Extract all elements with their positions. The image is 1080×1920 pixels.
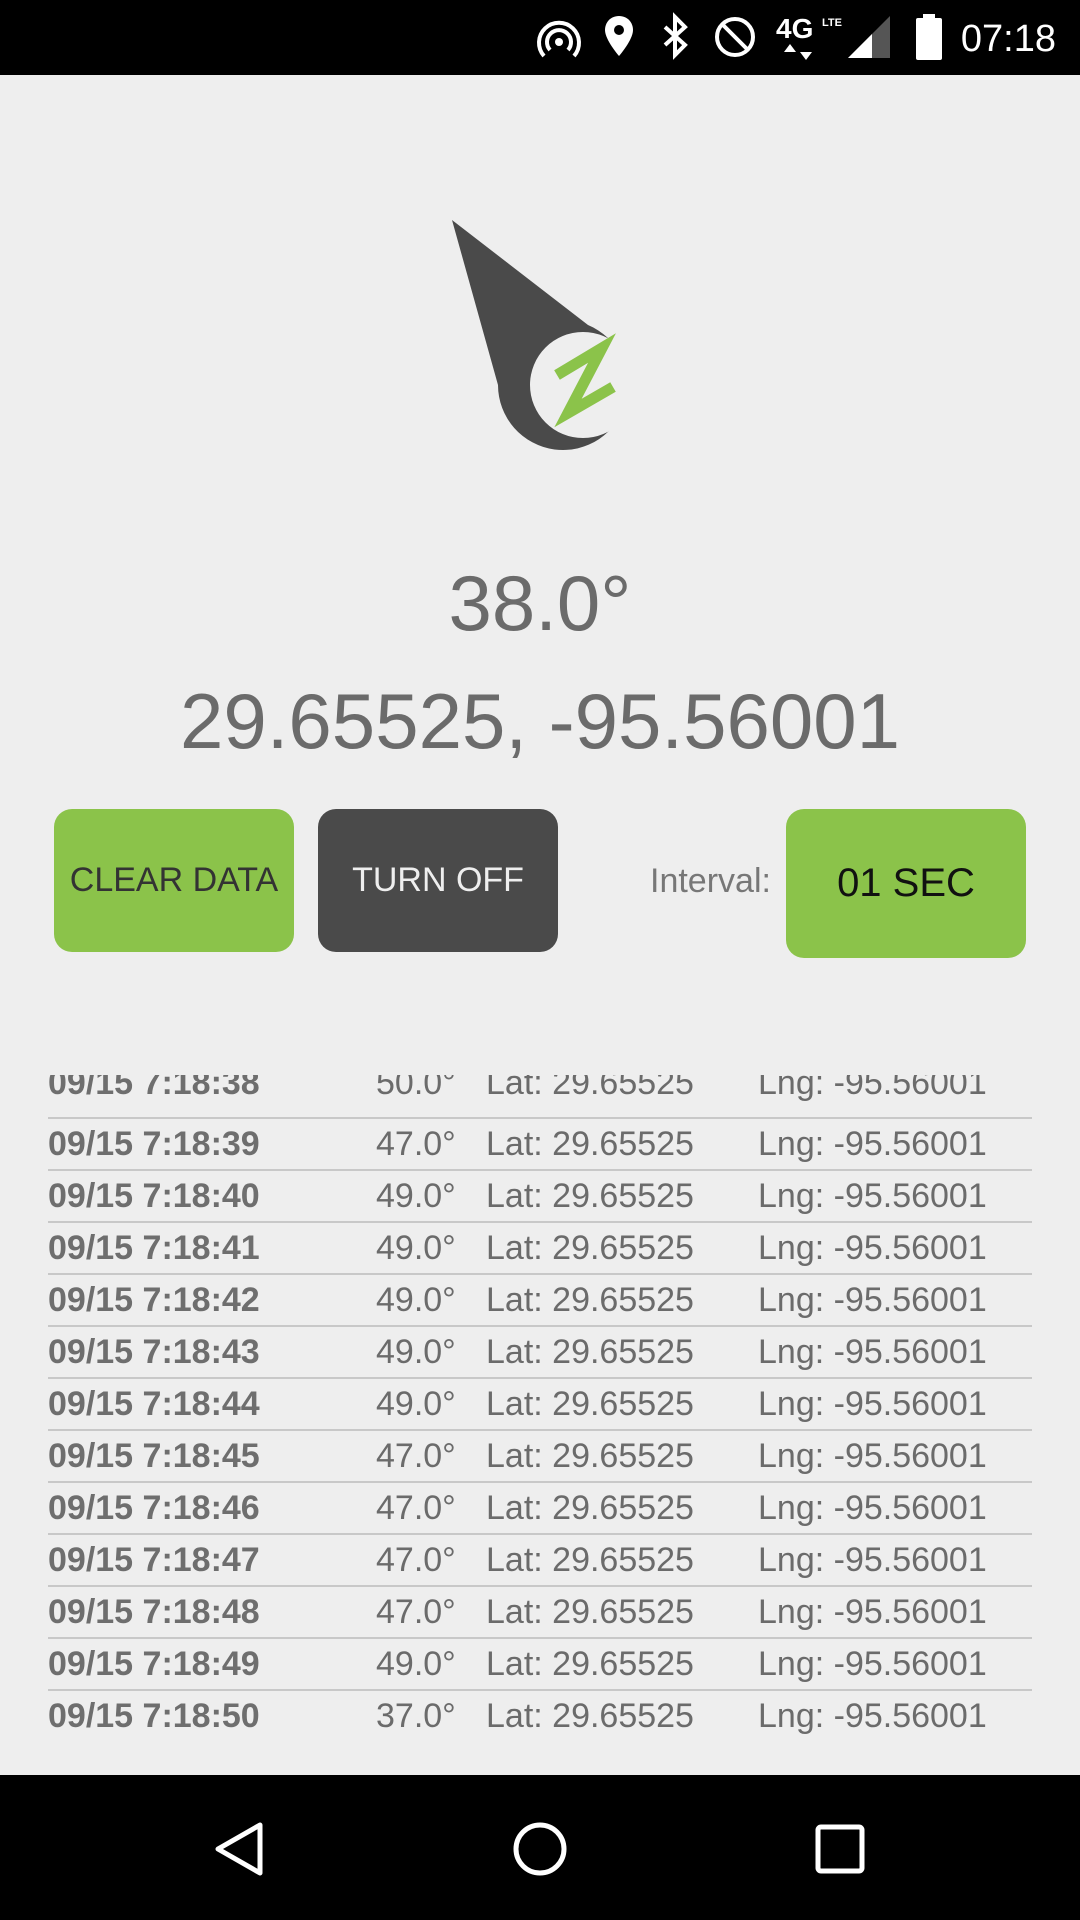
table-row: 09/15 7:18:47 47.0° Lat: 29.65525 Lng: -…: [48, 1535, 1032, 1587]
row-longitude: Lng: -95.56001: [758, 1177, 987, 1215]
row-latitude: Lat: 29.65525: [486, 1437, 694, 1475]
battery-icon: [916, 14, 942, 60]
row-timestamp: 09/15 7:18:40: [48, 1177, 260, 1215]
row-latitude: Lat: 29.65525: [486, 1385, 694, 1423]
interval-button[interactable]: 01 SEC: [786, 809, 1026, 958]
recents-icon[interactable]: [808, 1817, 872, 1881]
row-longitude: Lng: -95.56001: [758, 1385, 987, 1423]
interval-label: Interval:: [650, 862, 771, 900]
row-timestamp: 09/15 7:18:46: [48, 1489, 260, 1527]
row-heading: 49.0°: [376, 1229, 456, 1267]
location-icon: [605, 16, 633, 56]
table-row: 09/15 7:18:42 49.0° Lat: 29.65525 Lng: -…: [48, 1275, 1032, 1327]
row-timestamp: 09/15 7:18:44: [48, 1385, 260, 1423]
row-longitude: Lng: -95.56001: [758, 1541, 987, 1579]
svg-text:4G: 4G: [776, 13, 813, 44]
table-row: 09/15 7:18:45 47.0° Lat: 29.65525 Lng: -…: [48, 1431, 1032, 1483]
row-heading: 49.0°: [376, 1333, 456, 1371]
row-latitude: Lat: 29.65525: [486, 1645, 694, 1683]
row-longitude: Lng: -95.56001: [758, 1645, 987, 1683]
heading-degrees: 38.0°: [448, 559, 632, 647]
back-icon[interactable]: [208, 1817, 272, 1881]
row-heading: 49.0°: [376, 1281, 456, 1319]
row-latitude: Lat: 29.65525: [486, 1541, 694, 1579]
row-latitude: Lat: 29.65525: [486, 1281, 694, 1319]
row-heading: 47.0°: [376, 1489, 456, 1527]
row-longitude: Lng: -95.56001: [758, 1333, 987, 1371]
row-heading: 47.0°: [376, 1437, 456, 1475]
row-timestamp: 09/15 7:18:48: [48, 1593, 260, 1631]
row-latitude: Lat: 29.65525: [486, 1125, 694, 1163]
row-longitude: Lng: -95.56001: [758, 1697, 987, 1735]
table-row: 09/15 7:18:50 37.0° Lat: 29.65525 Lng: -…: [48, 1691, 1032, 1741]
row-timestamp: 09/15 7:18:49: [48, 1645, 260, 1683]
row-longitude: Lng: -95.56001: [758, 1593, 987, 1631]
navigation-bar: [0, 1775, 1080, 1920]
hotspot-icon: [537, 20, 581, 58]
table-row: 09/15 7:18:38 50.0° Lat: 29.65525 Lng: -…: [48, 1075, 1032, 1119]
row-timestamp: 09/15 7:18:38: [48, 1075, 260, 1102]
row-latitude: Lat: 29.65525: [486, 1489, 694, 1527]
bluetooth-icon: [663, 12, 688, 60]
row-heading: 47.0°: [376, 1593, 456, 1631]
row-latitude: Lat: 29.65525: [486, 1075, 694, 1102]
status-bar: 4G LTE 07:18: [0, 0, 1080, 75]
table-row: 09/15 7:18:39 47.0° Lat: 29.65525 Lng: -…: [48, 1119, 1032, 1171]
row-timestamp: 09/15 7:18:47: [48, 1541, 260, 1579]
row-longitude: Lng: -95.56001: [758, 1437, 987, 1475]
table-row: 09/15 7:18:40 49.0° Lat: 29.65525 Lng: -…: [48, 1171, 1032, 1223]
main-content: 38.0° 29.65525, -95.56001 CLEAR DATA TUR…: [0, 75, 1080, 1775]
row-heading: 50.0°: [376, 1075, 456, 1102]
row-longitude: Lng: -95.56001: [758, 1489, 987, 1527]
row-timestamp: 09/15 7:18:39: [48, 1125, 260, 1163]
table-row: 09/15 7:18:46 47.0° Lat: 29.65525 Lng: -…: [48, 1483, 1032, 1535]
row-heading: 49.0°: [376, 1177, 456, 1215]
row-heading: 47.0°: [376, 1125, 456, 1163]
row-latitude: Lat: 29.65525: [486, 1333, 694, 1371]
turn-off-button[interactable]: TURN OFF: [318, 809, 558, 952]
status-time: 07:18: [960, 18, 1056, 60]
row-heading: 47.0°: [376, 1541, 456, 1579]
row-longitude: Lng: -95.56001: [758, 1075, 987, 1102]
row-heading: 37.0°: [376, 1697, 456, 1735]
data-log-list[interactable]: 09/15 7:18:38 50.0° Lat: 29.65525 Lng: -…: [48, 1075, 1032, 1815]
row-latitude: Lat: 29.65525: [486, 1697, 694, 1735]
table-row: 09/15 7:18:48 47.0° Lat: 29.65525 Lng: -…: [48, 1587, 1032, 1639]
compass-needle-icon: [452, 220, 636, 450]
row-heading: 49.0°: [376, 1645, 456, 1683]
row-longitude: Lng: -95.56001: [758, 1229, 987, 1267]
row-heading: 49.0°: [376, 1385, 456, 1423]
row-latitude: Lat: 29.65525: [486, 1177, 694, 1215]
row-timestamp: 09/15 7:18:43: [48, 1333, 260, 1371]
home-icon[interactable]: [508, 1817, 572, 1881]
row-longitude: Lng: -95.56001: [758, 1125, 987, 1163]
table-row: 09/15 7:18:41 49.0° Lat: 29.65525 Lng: -…: [48, 1223, 1032, 1275]
row-latitude: Lat: 29.65525: [486, 1593, 694, 1631]
svg-text:LTE: LTE: [822, 17, 842, 29]
table-row: 09/15 7:18:43 49.0° Lat: 29.65525 Lng: -…: [48, 1327, 1032, 1379]
row-longitude: Lng: -95.56001: [758, 1281, 987, 1319]
table-row: 09/15 7:18:49 49.0° Lat: 29.65525 Lng: -…: [48, 1639, 1032, 1691]
4g-lte-icon: 4G LTE: [776, 13, 842, 60]
row-timestamp: 09/15 7:18:41: [48, 1229, 260, 1267]
row-timestamp: 09/15 7:18:42: [48, 1281, 260, 1319]
clear-data-button[interactable]: CLEAR DATA: [54, 809, 294, 952]
row-timestamp: 09/15 7:18:50: [48, 1697, 260, 1735]
row-latitude: Lat: 29.65525: [486, 1229, 694, 1267]
current-coordinates: 29.65525, -95.56001: [180, 677, 900, 765]
signal-icon: [848, 16, 890, 58]
table-row: 09/15 7:18:44 49.0° Lat: 29.65525 Lng: -…: [48, 1379, 1032, 1431]
row-timestamp: 09/15 7:18:45: [48, 1437, 260, 1475]
do-not-disturb-icon: [715, 17, 755, 57]
